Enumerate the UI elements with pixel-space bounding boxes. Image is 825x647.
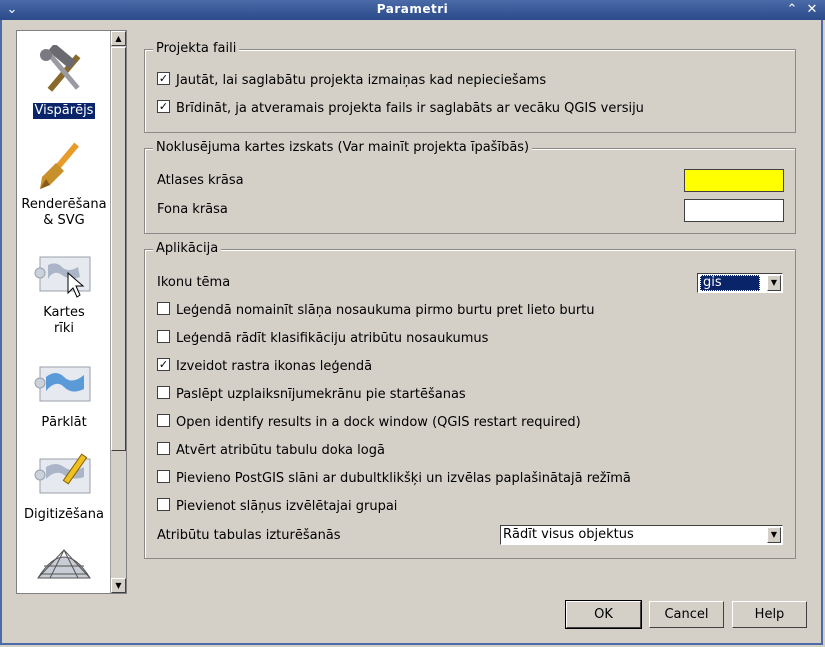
scroll-up-icon[interactable]: ▲ [111,31,126,46]
globe-grid-icon [37,548,91,579]
sidebar-item-projection[interactable] [17,546,111,593]
help-button[interactable]: Help [732,601,807,628]
hammer-wrench-icon [40,45,81,92]
scroll-thumb[interactable] [111,47,126,451]
application-group: Aplikācija Ikonu tēma gis ▼ Leģendā noma… [144,241,796,559]
sidebar-item-label-line1: Kartes [43,305,85,320]
sidebar-item-rendering[interactable]: Renderēšana & SVG [17,139,111,229]
window-title: Parametri [376,2,449,16]
chevron-down-icon[interactable]: ▼ [767,275,781,291]
checkbox-row[interactable]: Leģendā rādīt klasifikāciju atribūtu nos… [157,330,488,348]
checkbox-row[interactable]: Paslēpt uzplaiksnījumekrānu pie startēša… [157,386,466,404]
sidebar-item-overlay[interactable]: Pārklāt [17,361,111,431]
checkbox-label: Leģendā rādīt klasifikāciju atribūtu nos… [176,331,489,346]
checkbox-row[interactable]: Pievienot slāņus izvēlētajai grupai [157,498,397,516]
background-color-button[interactable] [684,199,784,222]
selection-color-button[interactable] [684,169,784,192]
checkbox-label: Jautāt, lai saglabātu projekta izmaiņas … [176,73,547,88]
background-color-label: Fona krāsa [157,202,228,217]
checkbox[interactable]: ✓ [157,358,170,371]
sidebar-item-label-line2: rīki [53,321,75,336]
checkbox-label: Leģendā nomainīt slāņa nosaukuma pirmo b… [176,303,595,318]
checkbox[interactable]: ✓ [157,100,170,113]
checkbox[interactable] [157,302,170,315]
sidebar-item-general[interactable]: Vispārējs [17,45,111,119]
paint-brush-icon [40,142,79,189]
sidebar-item-label: Pārklāt [41,415,87,430]
checkbox-row[interactable]: Pievieno PostGIS slāni ar dubultklikšķi … [157,470,631,488]
checkbox-label: Pievienot slāņus izvēlētajai grupai [176,499,398,514]
map-pointer-icon [34,256,91,298]
checkbox[interactable] [157,386,170,399]
checkbox[interactable] [157,414,170,427]
checkbox-label: Pievieno PostGIS slāni ar dubultklikšķi … [176,471,631,486]
checkbox[interactable]: ✓ [157,72,170,85]
checkbox-row[interactable]: ✓ Brīdināt, ja atveramais projekta fails … [157,100,644,118]
sidebar-scrollbar[interactable]: ▲ ▼ [110,31,126,593]
attr-table-select[interactable]: Rādīt visus objektus ▼ [500,525,783,545]
sidebar-item-label: Vispārējs [32,103,96,119]
sidebar-item-label: Digitizēšana [24,507,104,522]
checkbox-label: Izveidot rastra ikonas leģendā [176,359,373,374]
sidebar-item-label-line1: Renderēšana [21,197,107,212]
sidebar-item-digitizing[interactable]: Digitizēšana [17,453,111,523]
chevron-down-icon[interactable]: ▼ [767,527,781,543]
checkbox-label: Brīdināt, ja atveramais projekta fails i… [176,101,644,116]
cancel-button[interactable]: Cancel [649,601,724,628]
checkbox[interactable] [157,330,170,343]
title-bar: ⌄ Parametri ⌃ ✕ [0,0,825,20]
checkbox[interactable] [157,442,170,455]
selection-color-label: Atlases krāsa [157,173,244,188]
project-files-group: Projekta faili ✓ Jautāt, lai saglabātu pr… [144,41,796,133]
digitize-pencil-icon [34,453,91,494]
checkbox-label: Atvērt atribūtu tabulu doka logā [176,443,385,458]
overlay-map-icon [34,366,91,402]
close-icon[interactable]: ✕ [804,2,820,18]
checkbox-row[interactable]: ✓ Jautāt, lai saglabātu projekta izmaiņas… [157,72,546,90]
group-title: Noklusējuma kartes izskats (Var mainīt p… [153,140,533,156]
group-title: Aplikācija [153,241,222,257]
icon-theme-label: Ikonu tēma [157,275,231,290]
checkbox-row[interactable]: Leģendā nomainīt slāņa nosaukuma pirmo b… [157,302,595,320]
settings-category-list[interactable]: Vispārējs Renderēšana & SVG Kartes rīki … [16,30,127,594]
scroll-down-icon[interactable]: ▼ [111,578,126,593]
group-title: Projekta faili [153,41,240,57]
checkbox[interactable] [157,498,170,511]
checkbox[interactable] [157,470,170,483]
ok-button[interactable]: OK [565,600,642,629]
map-defaults-group: Noklusējuma kartes izskats (Var mainīt p… [144,140,796,234]
checkbox-label: Paslēpt uzplaiksnījumekrānu pie startēša… [176,387,466,402]
checkbox-row[interactable]: ✓ Izveidot rastra ikonas leģendā [157,358,372,376]
maximize-icon[interactable]: ⌃ [784,2,800,18]
icon-theme-value: gis [700,275,760,291]
attr-table-value: Rādīt visus objektus [503,527,634,542]
sidebar-item-label-line2: & SVG [43,213,85,228]
checkbox-label: Open identify results in a dock window (… [176,415,581,430]
attr-table-label: Atribūtu tabulas izturēšanās [157,528,341,543]
checkbox-row[interactable]: Atvērt atribūtu tabulu doka logā [157,442,385,460]
sidebar-item-map-tools[interactable]: Kartes rīki [17,251,111,337]
icon-theme-select[interactable]: gis ▼ [697,273,783,293]
checkbox-row[interactable]: Open identify results in a dock window (… [157,414,581,432]
